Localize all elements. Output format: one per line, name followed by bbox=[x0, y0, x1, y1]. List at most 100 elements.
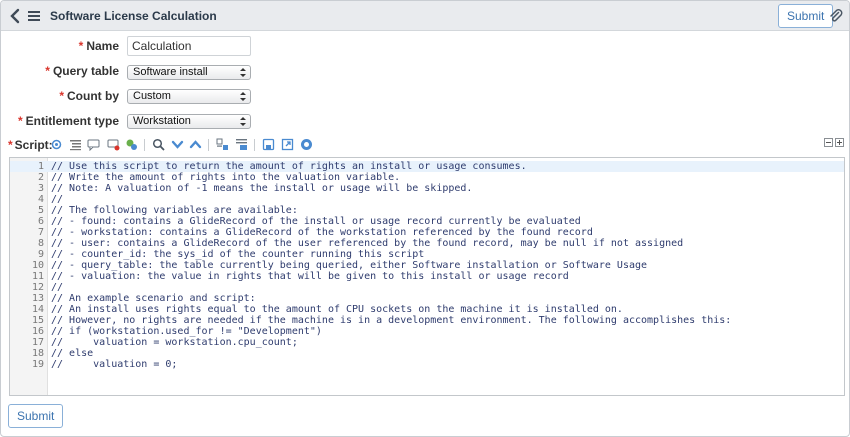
code-text: // valuation = workstation.cpu_count; bbox=[51, 337, 298, 348]
code-text: // The following variables are available… bbox=[51, 205, 298, 216]
line-number: 1 bbox=[37, 161, 44, 172]
find-previous-icon[interactable] bbox=[189, 138, 202, 151]
fullscreen-icon[interactable] bbox=[281, 138, 294, 151]
paperclip-icon[interactable] bbox=[828, 8, 844, 24]
format-code-icon[interactable] bbox=[69, 138, 82, 151]
code-line: 3 // Note: A valuation of -1 means the in… bbox=[10, 183, 844, 194]
entitlement-type-select[interactable]: Workstation bbox=[127, 114, 251, 129]
required-marker: * bbox=[59, 89, 64, 103]
code-line: 15 // However, no rights are needed if th… bbox=[10, 315, 844, 326]
count-by-label: * Count by bbox=[59, 89, 119, 103]
back-arrow-icon[interactable] bbox=[9, 8, 21, 24]
select-arrows-icon bbox=[240, 68, 246, 77]
code-line: 1 // Use this script to return the amount… bbox=[10, 161, 844, 172]
code-text: // else bbox=[51, 348, 94, 359]
code-text: // - query_table: the table currently be… bbox=[51, 260, 648, 271]
line-number: 16 bbox=[31, 326, 44, 337]
line-number: 14 bbox=[31, 304, 44, 315]
line-number: 7 bbox=[37, 227, 44, 238]
code-text: // valuation = 0; bbox=[51, 359, 178, 370]
line-number: 13 bbox=[31, 293, 44, 304]
required-marker: * bbox=[45, 64, 50, 78]
toolbar-separator bbox=[144, 139, 145, 151]
hamburger-menu-icon[interactable] bbox=[27, 9, 41, 23]
entitlement-type-label: * Entitlement type bbox=[17, 114, 119, 128]
code-text: // - found: contains a GlideRecord of th… bbox=[51, 216, 581, 227]
code-line: 16 // if (workstation.used_for != "Develo… bbox=[10, 326, 844, 337]
toolbar-separator bbox=[254, 139, 255, 151]
collapse-editor-icon[interactable] bbox=[824, 138, 833, 147]
line-number: 9 bbox=[37, 249, 44, 260]
code-text: // - user: contains a GlideRecord of the… bbox=[51, 238, 684, 249]
code-text: // bbox=[51, 194, 64, 205]
code-line: 12 // bbox=[10, 282, 844, 293]
code-text: // bbox=[51, 282, 64, 293]
line-number: 3 bbox=[37, 183, 44, 194]
submit-button-bottom[interactable]: Submit bbox=[8, 404, 64, 428]
code-line: 9 // - counter_id: the sys_id of the coun… bbox=[10, 249, 844, 260]
code-line: 8 // - user: contains a GlideRecord of th… bbox=[10, 238, 844, 249]
replace-icon[interactable] bbox=[216, 138, 229, 151]
code-text: // - workstation: contains a GlideRecord… bbox=[51, 227, 593, 238]
script-assist-icon[interactable] bbox=[50, 138, 63, 151]
count-by-value: Custom bbox=[133, 90, 171, 102]
entitlement-type-value: Workstation bbox=[133, 115, 191, 127]
code-line: 10 // - query_table: the table currently … bbox=[10, 260, 844, 271]
find-next-icon[interactable] bbox=[171, 138, 184, 151]
code-text: // An example scenario and script: bbox=[51, 293, 256, 304]
line-number: 2 bbox=[37, 172, 44, 183]
line-number: 19 bbox=[31, 359, 44, 370]
comment-icon[interactable] bbox=[87, 138, 100, 151]
line-number: 17 bbox=[31, 337, 44, 348]
required-marker: * bbox=[8, 138, 13, 152]
line-number: 11 bbox=[31, 271, 44, 282]
help-icon[interactable] bbox=[300, 138, 313, 151]
save-icon[interactable] bbox=[262, 138, 275, 151]
line-number: 12 bbox=[31, 282, 44, 293]
count-by-select[interactable]: Custom bbox=[127, 89, 251, 104]
code-line: 2 // Write the amount of rights into the … bbox=[10, 172, 844, 183]
code-line: 13 // An example scenario and script: bbox=[10, 293, 844, 304]
check-syntax-icon[interactable] bbox=[125, 138, 138, 151]
script-label: * Script: bbox=[8, 138, 53, 152]
line-number: 5 bbox=[37, 205, 44, 216]
submit-button-top[interactable]: Submit bbox=[778, 4, 834, 28]
toolbar-separator bbox=[208, 139, 209, 151]
line-number: 15 bbox=[31, 315, 44, 326]
search-icon[interactable] bbox=[152, 138, 165, 151]
expand-editor-icon[interactable] bbox=[835, 138, 844, 147]
code-line: 14 // An install uses rights equal to the… bbox=[10, 304, 844, 315]
select-arrows-icon bbox=[240, 92, 246, 101]
code-line: 19 // valuation = 0; bbox=[10, 359, 844, 370]
uncomment-icon[interactable] bbox=[107, 138, 120, 151]
code-line: 17 // valuation = workstation.cpu_count; bbox=[10, 337, 844, 348]
name-input[interactable] bbox=[127, 36, 251, 56]
line-number: 6 bbox=[37, 216, 44, 227]
replace-all-icon[interactable] bbox=[235, 138, 248, 151]
line-number: 10 bbox=[31, 260, 44, 271]
name-label: * Name bbox=[78, 39, 119, 53]
query-table-value: Software install bbox=[133, 66, 208, 78]
query-table-select[interactable]: Software install bbox=[127, 65, 251, 80]
code-line: 7 // - workstation: contains a GlideRecor… bbox=[10, 227, 844, 238]
code-line: 18 // else bbox=[10, 348, 844, 359]
line-number: 18 bbox=[31, 348, 44, 359]
script-editor[interactable]: 1 // Use this script to return the amount… bbox=[9, 157, 845, 396]
code-text: // An install uses rights equal to the a… bbox=[51, 304, 623, 315]
code-text: // Use this script to return the amount … bbox=[51, 161, 527, 172]
form-header: Software License Calculation Submit bbox=[1, 1, 849, 31]
required-marker: * bbox=[78, 39, 84, 53]
form-window: Software License Calculation Submit * Nam… bbox=[0, 0, 850, 437]
code-line: 11 // - valuation: the value in rights th… bbox=[10, 271, 844, 282]
query-table-label: * Query table bbox=[45, 64, 119, 78]
line-number: 8 bbox=[37, 238, 44, 249]
select-arrows-icon bbox=[240, 117, 246, 126]
line-number: 4 bbox=[37, 194, 44, 205]
code-line: 4 // bbox=[10, 194, 844, 205]
code-line: 5 // The following variables are availabl… bbox=[10, 205, 844, 216]
page-title: Software License Calculation bbox=[50, 9, 217, 23]
code-line: 6 // - found: contains a GlideRecord of t… bbox=[10, 216, 844, 227]
code-text: // Write the amount of rights into the v… bbox=[51, 172, 401, 183]
code-lines: 1 // Use this script to return the amount… bbox=[10, 161, 844, 370]
code-text: // - valuation: the value in rights that… bbox=[51, 271, 569, 282]
